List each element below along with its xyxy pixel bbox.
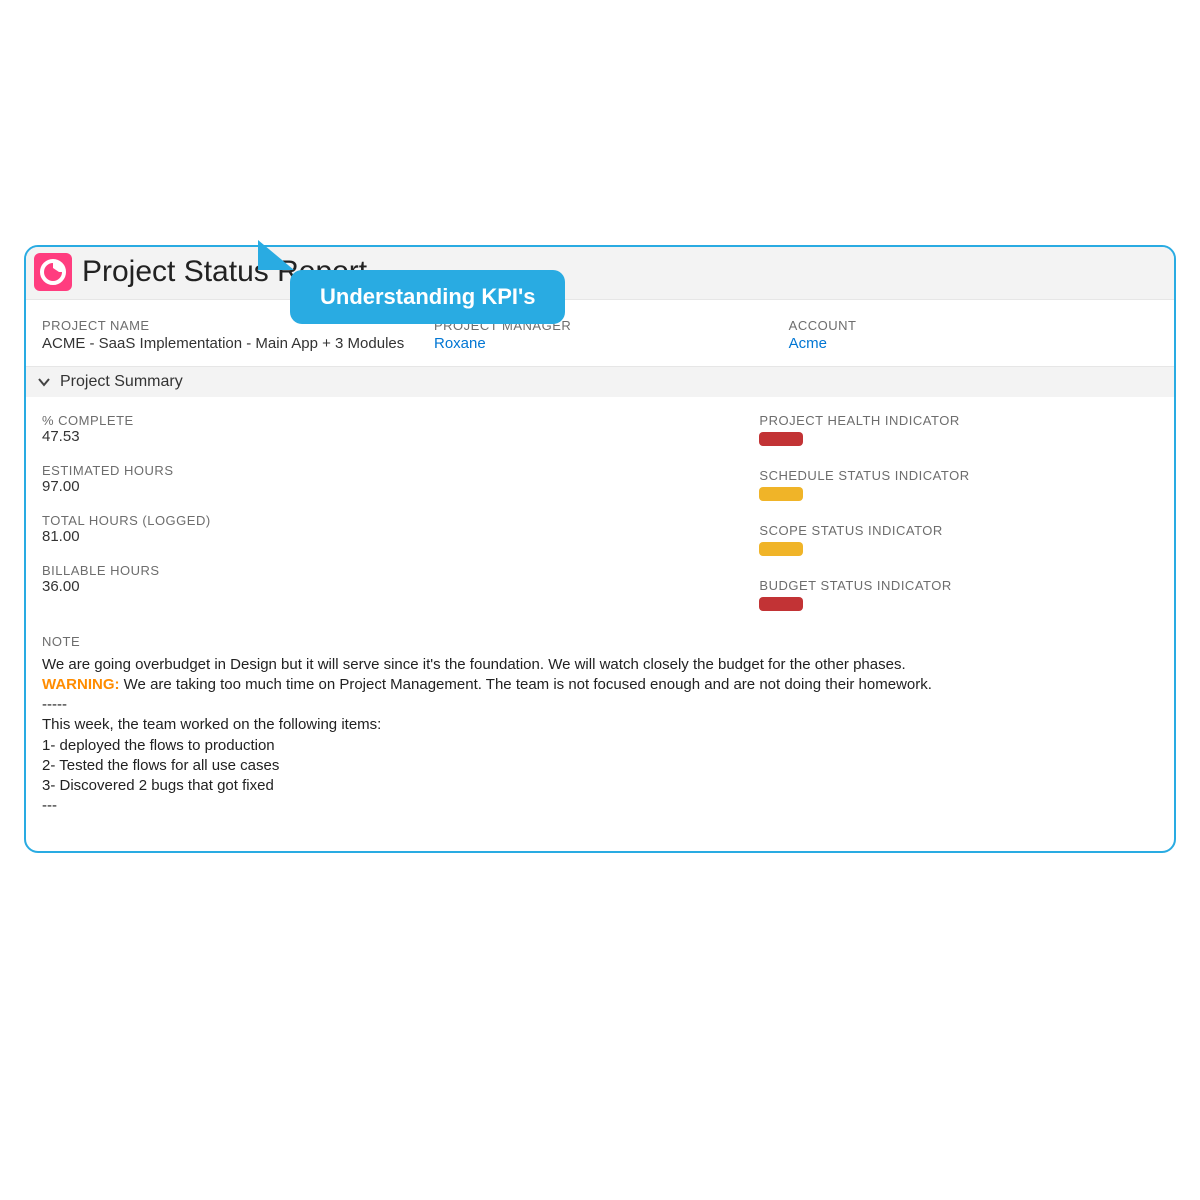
scope-label: SCOPE STATUS INDICATOR <box>759 523 1158 538</box>
note-item3: 3- Discovered 2 bugs that got fixed <box>42 776 1158 796</box>
title-bar: Project Status Report <box>26 247 1174 300</box>
complete-value: 47.53 <box>42 428 759 445</box>
project-manager-link[interactable]: Roxane <box>434 335 789 352</box>
metric-estimated: ESTIMATED HOURS 97.00 <box>42 463 759 495</box>
account-link[interactable]: Acme <box>789 335 1162 352</box>
note-warning-line: WARNING: We are taking too much time on … <box>42 675 1158 695</box>
warning-text: We are taking too much time on Project M… <box>120 676 932 693</box>
indicators-column: PROJECT HEALTH INDICATOR SCHEDULE STATUS… <box>759 413 1158 633</box>
estimated-value: 97.00 <box>42 478 759 495</box>
chevron-down-icon <box>36 374 52 390</box>
note-divider2: --- <box>42 796 1158 816</box>
metric-billable: BILLABLE HOURS 36.00 <box>42 563 759 595</box>
scope-indicator-bar <box>759 542 803 556</box>
billable-label: BILLABLE HOURS <box>42 563 759 578</box>
callout-bubble: Understanding KPI's <box>290 270 565 324</box>
callout-arrow-icon <box>258 240 294 270</box>
note-week-intro: This week, the team worked on the follow… <box>42 715 1158 735</box>
project-info-row: PROJECT NAME ACME - SaaS Implementation … <box>26 300 1174 367</box>
metric-total: TOTAL HOURS (LOGGED) 81.00 <box>42 513 759 545</box>
note-item2: 2- Tested the flows for all use cases <box>42 756 1158 776</box>
section-header[interactable]: Project Summary <box>26 367 1174 397</box>
summary-body: % COMPLETE 47.53 ESTIMATED HOURS 97.00 T… <box>26 397 1174 817</box>
account-label: ACCOUNT <box>789 318 1162 333</box>
billable-value: 36.00 <box>42 578 759 595</box>
project-name-value: ACME - SaaS Implementation - Main App + … <box>42 335 434 352</box>
estimated-label: ESTIMATED HOURS <box>42 463 759 478</box>
note-label: NOTE <box>42 633 1158 651</box>
section-title: Project Summary <box>60 373 183 391</box>
health-indicator-bar <box>759 432 803 446</box>
note-item1: 1- deployed the flows to production <box>42 736 1158 756</box>
note-line1: We are going overbudget in Design but it… <box>42 655 1158 675</box>
account-block: ACCOUNT Acme <box>789 318 1162 352</box>
budget-indicator-bar <box>759 597 803 611</box>
callout-annotation: Understanding KPI's <box>290 270 565 324</box>
report-frame: Project Status Report PROJECT NAME ACME … <box>24 245 1176 853</box>
note-section: NOTE We are going overbudget in Design b… <box>42 633 1158 817</box>
complete-label: % COMPLETE <box>42 413 759 428</box>
note-divider: ----- <box>42 695 1158 715</box>
metric-complete: % COMPLETE 47.53 <box>42 413 759 445</box>
report-logo-icon <box>34 253 72 291</box>
total-label: TOTAL HOURS (LOGGED) <box>42 513 759 528</box>
health-label: PROJECT HEALTH INDICATOR <box>759 413 1158 428</box>
budget-label: BUDGET STATUS INDICATOR <box>759 578 1158 593</box>
metrics-column: % COMPLETE 47.53 ESTIMATED HOURS 97.00 T… <box>42 413 759 633</box>
total-value: 81.00 <box>42 528 759 545</box>
schedule-indicator-bar <box>759 487 803 501</box>
warning-prefix: WARNING: <box>42 676 120 693</box>
schedule-label: SCHEDULE STATUS INDICATOR <box>759 468 1158 483</box>
